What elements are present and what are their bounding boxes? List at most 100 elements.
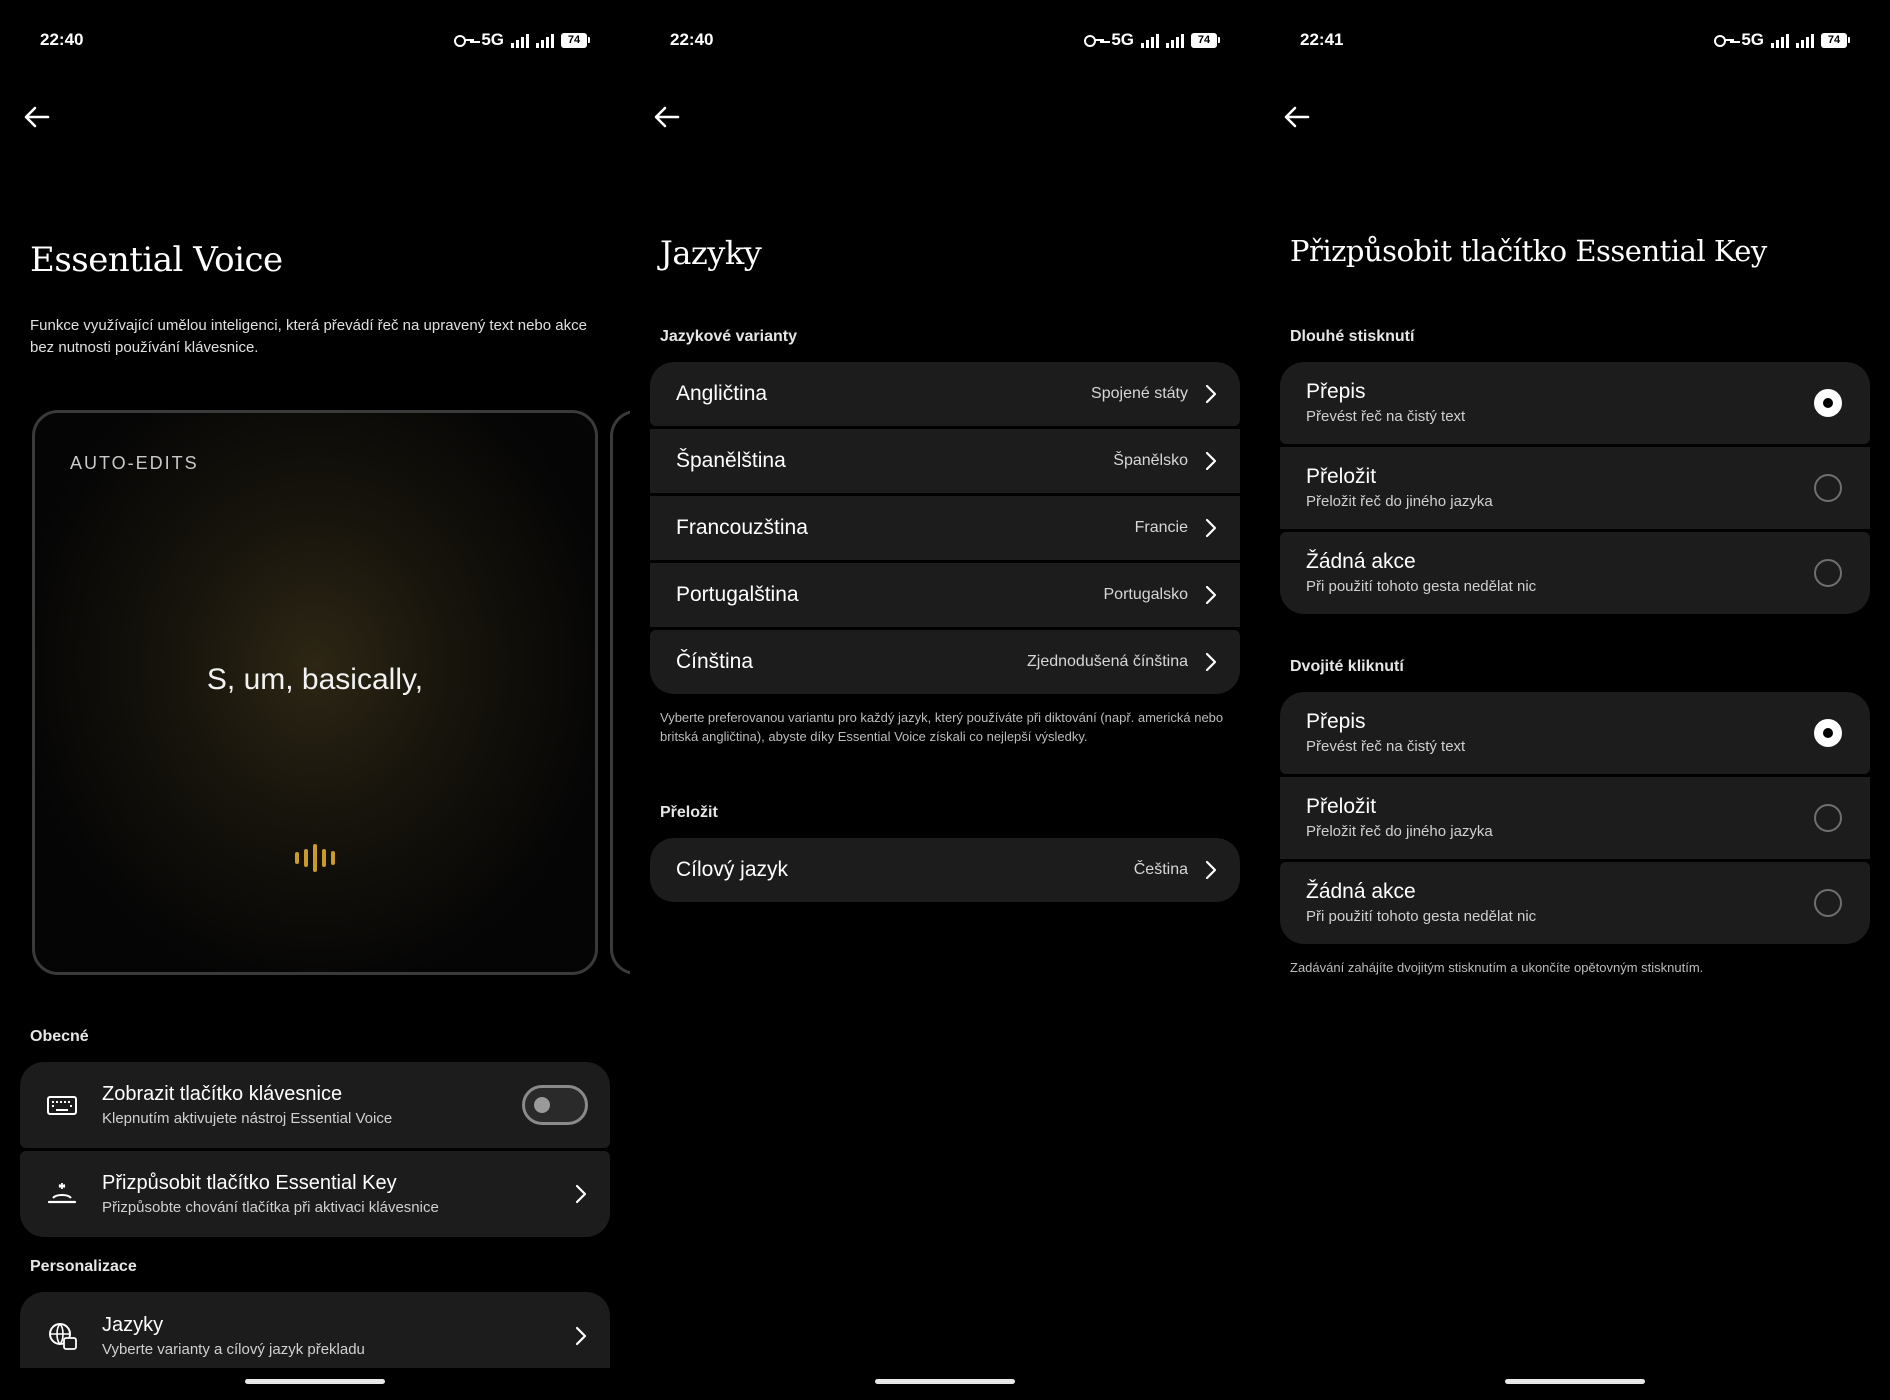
row-subtitle: Vyberte varianty a cílový jazyk překladu (102, 1341, 365, 1358)
language-variant: Portugalsko (1103, 586, 1189, 603)
option-no-action[interactable]: Žádná akce Při použití tohoto gesta nedě… (1280, 532, 1870, 614)
back-arrow-icon[interactable] (652, 102, 682, 132)
screen-essential-voice: 22:40 5G 74 Essential Voice Funkce využí… (0, 0, 630, 1400)
status-bar: 22:41 5G 74 (1300, 28, 1850, 52)
option-translate[interactable]: Přeložit Přeložit řeč do jiného jazyka (1280, 447, 1870, 529)
home-indicator[interactable] (1505, 1379, 1645, 1384)
option-subtitle: Převést řeč na čistý text (1306, 738, 1466, 755)
page-title: Jazyky (660, 234, 762, 272)
vpn-key-icon (1714, 34, 1735, 47)
option-title: Žádná akce (1306, 550, 1416, 573)
signal-icon (1141, 33, 1159, 48)
chevron-right-icon (1205, 652, 1217, 672)
battery-icon: 74 (561, 32, 590, 48)
home-indicator[interactable] (875, 1379, 1015, 1384)
translate-list: Cílový jazyk Čeština (650, 838, 1240, 902)
language-variant: Spojené státy (1091, 385, 1188, 402)
back-arrow-icon[interactable] (22, 102, 52, 132)
status-time: 22:40 (40, 30, 84, 49)
option-subtitle: Přeložit řeč do jiného jazyka (1306, 493, 1493, 510)
keyboard-button-row[interactable]: Zobrazit tlačítko klávesnice Klepnutím a… (20, 1062, 610, 1148)
target-language-label: Cílový jazyk (676, 858, 789, 881)
radio-button[interactable] (1814, 474, 1842, 502)
vpn-key-icon (1084, 34, 1105, 47)
option-translate[interactable]: Přeložit Přeložit řeč do jiného jazyka (1280, 777, 1870, 859)
chevron-right-icon (575, 1184, 587, 1204)
list-item[interactable]: Portugalština Portugalsko (650, 563, 1240, 627)
status-time: 22:41 (1300, 30, 1344, 49)
language-variant: Španělsko (1113, 452, 1188, 469)
status-time: 22:40 (670, 30, 714, 49)
status-bar: 22:40 5G 74 (670, 28, 1220, 52)
row-title: Přizpůsobit tlačítko Essential Key (102, 1172, 397, 1194)
language-name: Portugalština (676, 583, 799, 606)
section-double-click: Dvojité kliknutí (1290, 658, 1404, 675)
double-click-note: Zadávání zahájíte dvojitým stisknutím a … (1290, 960, 1704, 975)
network-type: 5G (481, 30, 504, 49)
language-variants-list: Angličtina Spojené státy Španělština Špa… (650, 362, 1240, 694)
option-no-action[interactable]: Žádná akce Při použití tohoto gesta nedě… (1280, 862, 1870, 944)
list-item[interactable]: Španělština Španělsko (650, 429, 1240, 493)
chevron-right-icon (1205, 585, 1217, 605)
radio-button[interactable] (1814, 804, 1842, 832)
radio-button[interactable] (1814, 389, 1842, 417)
option-transcribe[interactable]: Přepis Převést řeč na čistý text (1280, 692, 1870, 774)
target-language-row[interactable]: Cílový jazyk Čeština (650, 838, 1240, 902)
battery-icon: 74 (1821, 32, 1850, 48)
section-translate: Přeložit (660, 804, 718, 821)
option-subtitle: Při použití tohoto gesta nedělat nic (1306, 578, 1537, 595)
list-item[interactable]: Francouzština Francie (650, 496, 1240, 560)
target-language-value: Čeština (1133, 861, 1188, 878)
chevron-right-icon (1205, 384, 1217, 404)
screen-languages: 22:40 5G 74 Jazyky Jazykové varianty Ang… (630, 0, 1260, 1400)
vpn-key-icon (454, 34, 475, 47)
translate-globe-icon (49, 1323, 77, 1350)
row-title: Zobrazit tlačítko klávesnice (102, 1083, 343, 1105)
chevron-right-icon (1205, 860, 1217, 880)
next-card-peek[interactable] (610, 410, 630, 975)
status-bar: 22:40 5G 74 (40, 28, 590, 52)
option-title: Přeložit (1306, 465, 1377, 488)
long-press-options: Přepis Převést řeč na čistý text Přeloži… (1280, 362, 1870, 614)
screen-essential-key: 22:41 5G 74 Přizpůsobit tlačítko Essenti… (1260, 0, 1890, 1400)
language-variant: Zjednodušená čínština (1027, 653, 1188, 670)
section-general: Obecné (30, 1028, 89, 1045)
languages-row[interactable]: Jazyky Vyberte varianty a cílový jazyk p… (20, 1292, 610, 1368)
chevron-right-icon (1205, 451, 1217, 471)
signal-icon (536, 33, 554, 48)
language-name: Čínština (676, 650, 754, 673)
keyboard-button-toggle[interactable] (522, 1085, 588, 1125)
radio-button[interactable] (1814, 719, 1842, 747)
battery-level: 74 (1821, 32, 1847, 48)
home-indicator[interactable] (245, 1379, 385, 1384)
signal-icon (1166, 33, 1184, 48)
language-name: Angličtina (676, 382, 768, 405)
option-subtitle: Přeložit řeč do jiného jazyka (1306, 823, 1493, 840)
option-title: Přeložit (1306, 795, 1377, 818)
signal-icon (511, 33, 529, 48)
chevron-right-icon (1205, 518, 1217, 538)
double-click-options: Přepis Převést řeč na čistý text Přeloži… (1280, 692, 1870, 944)
network-type: 5G (1741, 30, 1764, 49)
option-transcribe[interactable]: Přepis Převést řeč na čistý text (1280, 362, 1870, 444)
radio-button[interactable] (1814, 889, 1842, 917)
hero-text: S, um, basically, (206, 663, 424, 696)
row-subtitle: Přizpůsobte chování tlačítka při aktivac… (102, 1199, 439, 1216)
section-personalization: Personalizace (30, 1258, 137, 1275)
language-name: Španělština (676, 449, 786, 472)
waveform-icon (295, 843, 335, 873)
row-subtitle: Klepnutím aktivujete nástroj Essential V… (102, 1110, 393, 1127)
battery-level: 74 (1191, 32, 1217, 48)
essential-key-row[interactable]: Přizpůsobit tlačítko Essential Key Přizp… (20, 1151, 610, 1237)
page-title: Přizpůsobit tlačítko Essential Key (1290, 234, 1767, 268)
list-item[interactable]: Angličtina Spojené státy (650, 362, 1240, 426)
row-title: Jazyky (102, 1314, 164, 1336)
back-arrow-icon[interactable] (1282, 102, 1312, 132)
auto-edits-card[interactable]: AUTO-EDITS S, um, basically, (32, 410, 598, 975)
radio-button[interactable] (1814, 559, 1842, 587)
chevron-right-icon (575, 1326, 587, 1346)
list-item[interactable]: Čínština Zjednodušená čínština (650, 630, 1240, 694)
hero-label: AUTO-EDITS (70, 453, 199, 473)
network-type: 5G (1111, 30, 1134, 49)
battery-level: 74 (561, 32, 587, 48)
